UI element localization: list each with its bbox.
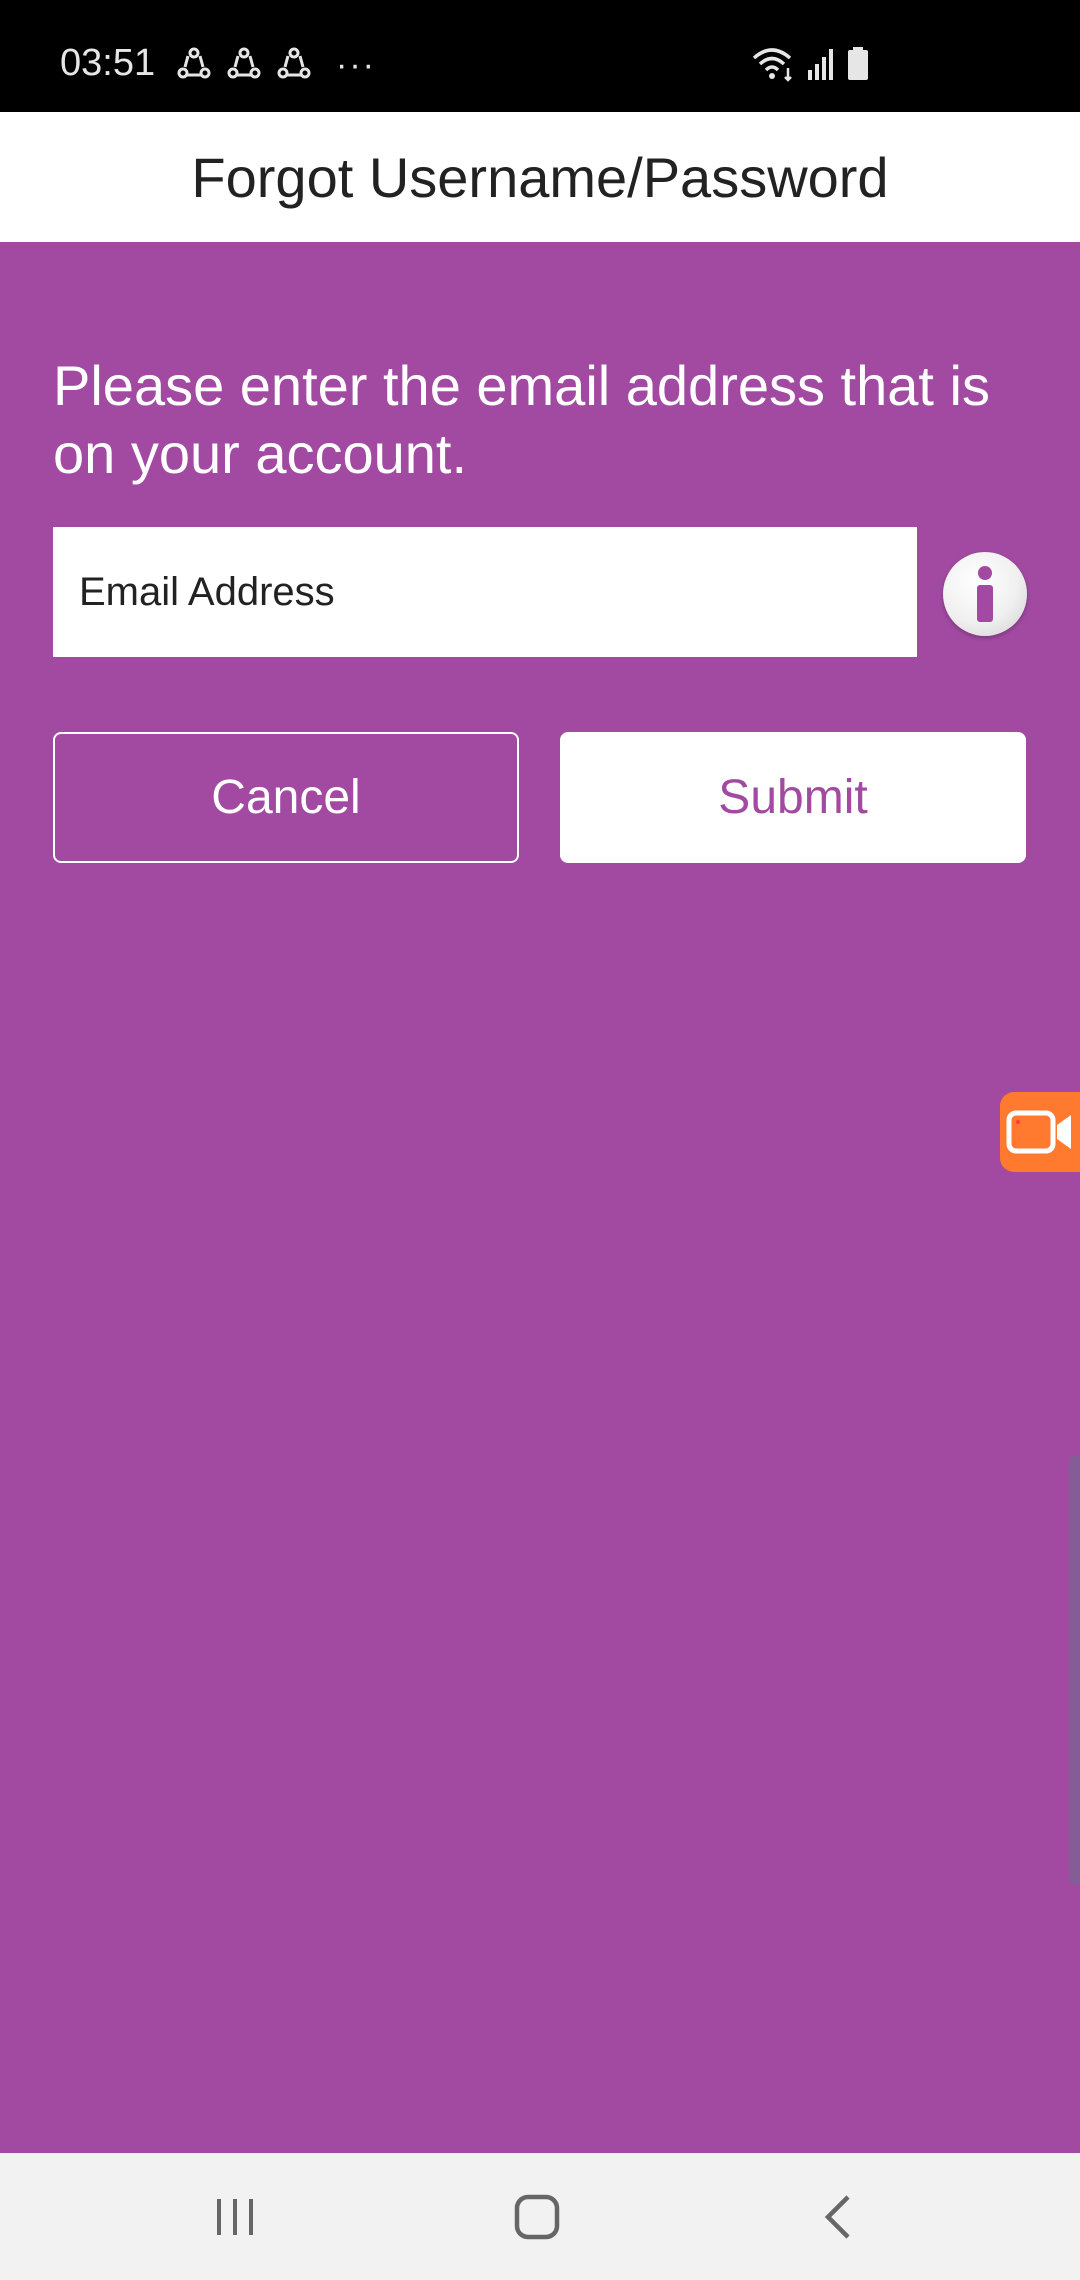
page-title: Forgot Username/Password [191, 145, 889, 209]
notification-icons [176, 46, 312, 82]
video-recorder-icon [1006, 1110, 1071, 1154]
recents-icon [217, 2198, 253, 2235]
recents-button[interactable] [155, 2153, 315, 2280]
cancel-button[interactable]: Cancel [53, 732, 519, 863]
status-time: 03:51 [60, 42, 156, 84]
submit-button[interactable]: Submit [560, 732, 1026, 863]
back-button[interactable] [758, 2153, 918, 2280]
sync-icon [227, 47, 261, 79]
app-header: Forgot Username/Password [0, 112, 1080, 242]
sync-icon [277, 47, 311, 79]
scrollbar-thumb[interactable] [1069, 1455, 1080, 1885]
sync-icon [177, 47, 211, 79]
info-icon [977, 566, 993, 622]
forgot-credentials-screen: 03:51 ··· Forgot Username/Password Pleas… [0, 0, 1080, 2280]
home-icon [514, 2194, 560, 2239]
info-button[interactable] [943, 552, 1027, 636]
navigation-bar [0, 2153, 1080, 2280]
email-address-input[interactable] [53, 527, 917, 657]
more-notifications-icon: ··· [336, 46, 376, 84]
wifi-icon [752, 48, 792, 82]
system-icons [752, 46, 870, 82]
signal-icon [808, 49, 833, 80]
instructions-text: Please enter the email address that is o… [53, 354, 990, 485]
home-button[interactable] [457, 2153, 617, 2280]
back-icon [824, 2194, 850, 2239]
status-bar: 03:51 ··· [0, 0, 1080, 112]
screen-recorder-widget[interactable] [1000, 1092, 1080, 1172]
battery-icon [848, 47, 868, 80]
